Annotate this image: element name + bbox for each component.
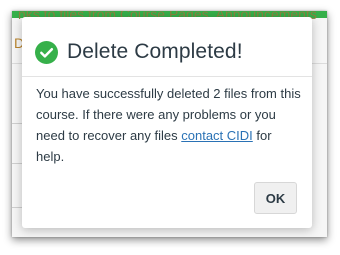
dialog-header: Delete Completed!	[35, 40, 243, 64]
dialog-message: You have successfully deleted 2 files fr…	[36, 83, 302, 167]
dialog-divider	[22, 76, 312, 77]
contact-cidi-link[interactable]: contact CIDI	[181, 128, 253, 143]
background-row-line	[12, 163, 22, 164]
screenshot-frame: nks to files from Course Pages, Announce…	[12, 11, 327, 237]
check-circle-icon	[35, 40, 58, 64]
background-row-line	[12, 123, 22, 124]
background-row-line	[12, 207, 22, 208]
delete-completed-dialog: Delete Completed! You have successfully …	[22, 17, 312, 228]
dialog-title: Delete Completed!	[67, 40, 243, 63]
ok-button[interactable]: OK	[254, 182, 297, 214]
